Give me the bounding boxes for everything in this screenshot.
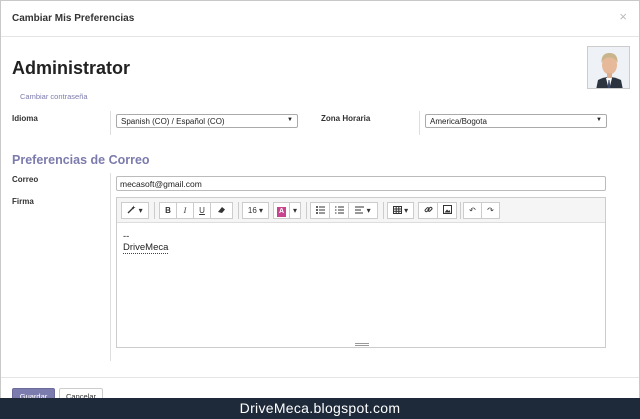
toolbar-divider xyxy=(383,202,384,219)
text-color-icon: A xyxy=(277,207,286,217)
footer-divider xyxy=(1,377,639,378)
caret-icon: ▾ xyxy=(292,206,297,215)
user-name: Administrator xyxy=(12,58,131,78)
email-preferences-heading: Preferencias de Correo xyxy=(12,153,150,167)
font-size-value: 16 xyxy=(247,206,257,215)
text-color-button[interactable]: A xyxy=(273,202,290,219)
email-label: Correo xyxy=(12,175,39,184)
caret-icon: ▾ xyxy=(364,206,371,215)
toolbar-divider xyxy=(306,202,307,219)
chevron-down-icon: ▼ xyxy=(287,117,293,123)
signature-separator: -- xyxy=(123,231,130,242)
eraser-icon xyxy=(218,207,225,213)
editor-content[interactable]: -- DriveMeca xyxy=(123,231,169,254)
toolbar-divider xyxy=(460,202,461,219)
divider xyxy=(110,111,111,135)
watermark-banner: DriveMeca.blogspot.com xyxy=(0,398,640,419)
link-icon xyxy=(424,206,432,213)
avatar[interactable] xyxy=(587,46,630,89)
redo-button[interactable]: ↷ xyxy=(481,202,500,219)
dialog-title: Cambiar Mis Preferencias xyxy=(12,13,135,24)
user-portrait-icon xyxy=(588,47,629,88)
table-icon xyxy=(392,206,402,214)
clear-format-button[interactable] xyxy=(210,202,233,219)
divider xyxy=(110,173,111,361)
language-label: Idioma xyxy=(12,114,38,123)
undo-icon: ↶ xyxy=(469,206,476,215)
style-button[interactable]: ▾ xyxy=(121,202,149,219)
toolbar-divider xyxy=(238,202,239,219)
change-password-link[interactable]: Cambiar contraseña xyxy=(20,92,88,101)
signature-text: DriveMeca xyxy=(123,242,169,254)
undo-button[interactable]: ↶ xyxy=(463,202,482,219)
caret-icon: ▾ xyxy=(256,206,264,215)
language-select[interactable]: Spanish (CO) / Español (CO) ▼ xyxy=(116,114,298,128)
ordered-list-icon xyxy=(334,206,344,214)
preferences-dialog: Cambiar Mis Preferencias × Administrator… xyxy=(0,0,640,419)
dialog-header: Cambiar Mis Preferencias × xyxy=(1,1,639,37)
text-color-dropdown[interactable]: ▾ xyxy=(289,202,301,219)
chevron-down-icon: ▼ xyxy=(596,117,602,123)
email-field[interactable]: mecasoft@gmail.com xyxy=(116,176,606,191)
align-button[interactable]: ▾ xyxy=(348,202,378,219)
italic-label: I xyxy=(183,206,187,215)
signature-label: Firma xyxy=(12,197,34,206)
timezone-label: Zona Horaria xyxy=(321,114,371,123)
caret-icon: ▾ xyxy=(401,206,409,215)
italic-button[interactable]: I xyxy=(176,202,194,219)
bold-button[interactable]: B xyxy=(159,202,177,219)
ordered-list-button[interactable] xyxy=(329,202,349,219)
timezone-value: America/Bogota xyxy=(430,117,487,126)
caret-icon: ▾ xyxy=(136,206,143,215)
link-button[interactable] xyxy=(418,202,438,219)
signature-editor[interactable]: ▾ B I U 16 ▾ A ▾ ▾ ▾ ↶ ↷ -- DriveMeca xyxy=(116,197,606,348)
bold-label: B xyxy=(165,206,171,215)
unordered-list-button[interactable] xyxy=(310,202,330,219)
language-value: Spanish (CO) / Español (CO) xyxy=(121,117,225,126)
picture-icon xyxy=(442,205,452,214)
table-button[interactable]: ▾ xyxy=(387,202,414,219)
unordered-list-icon xyxy=(315,206,325,214)
toolbar-divider xyxy=(154,202,155,219)
underline-button[interactable]: U xyxy=(193,202,211,219)
font-size-select[interactable]: 16 ▾ xyxy=(242,202,269,219)
redo-icon: ↷ xyxy=(487,206,494,215)
picture-button[interactable] xyxy=(437,202,457,219)
editor-toolbar: ▾ B I U 16 ▾ A ▾ ▾ ▾ ↶ ↷ xyxy=(117,198,605,223)
close-icon[interactable]: × xyxy=(619,9,627,24)
underline-label: U xyxy=(199,206,205,215)
resize-handle[interactable] xyxy=(355,343,369,346)
timezone-select[interactable]: America/Bogota ▼ xyxy=(425,114,607,128)
divider xyxy=(419,111,420,135)
